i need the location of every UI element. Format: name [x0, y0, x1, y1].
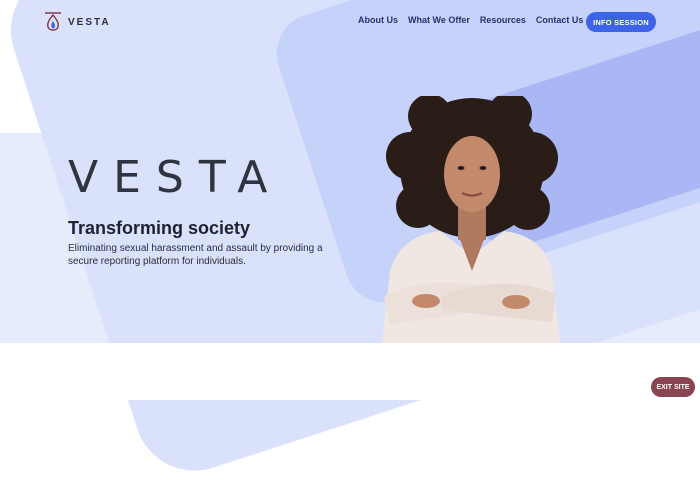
- flame-logo-icon: [45, 12, 61, 31]
- hero-subtitle: Eliminating sexual harassment and assaul…: [68, 243, 323, 267]
- exit-site-button[interactable]: EXIT SITE: [651, 377, 695, 397]
- nav-about-us[interactable]: About Us: [358, 15, 398, 25]
- site-header: VESTA About Us What We Offer Resources C…: [0, 0, 700, 44]
- logo-text: VESTA: [68, 16, 111, 28]
- nav-contact-us[interactable]: Contact Us: [536, 15, 584, 25]
- nav-what-we-offer[interactable]: What We Offer: [408, 15, 470, 25]
- nav-resources[interactable]: Resources: [480, 15, 526, 25]
- hero-logo-wordmark: VESTA: [68, 152, 283, 203]
- page-bottom-section: [0, 343, 700, 400]
- site-logo[interactable]: VESTA: [44, 10, 111, 34]
- info-session-button[interactable]: INFO SESSION: [586, 12, 656, 32]
- woman-portrait-image: [382, 96, 560, 343]
- main-nav: About Us What We Offer Resources Contact…: [358, 15, 583, 25]
- hero-title: Transforming society: [68, 218, 251, 238]
